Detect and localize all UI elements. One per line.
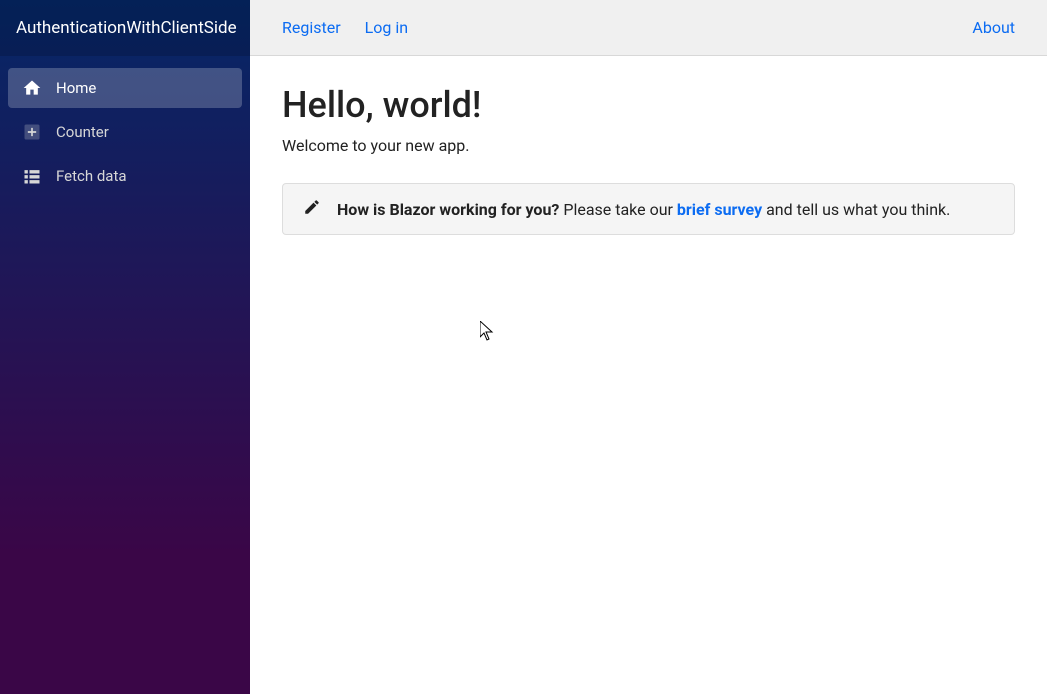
welcome-text: Welcome to your new app. <box>282 136 1015 155</box>
pencil-icon <box>303 198 321 220</box>
sidebar-item-label: Fetch data <box>56 167 127 185</box>
sidebar-item-counter[interactable]: Counter <box>8 112 242 152</box>
survey-suffix: and tell us what you think. <box>762 200 950 219</box>
content: Hello, world! Welcome to your new app. H… <box>250 56 1047 263</box>
about-link[interactable]: About <box>972 18 1015 37</box>
survey-question: How is Blazor working for you? <box>337 200 559 219</box>
main: Register Log in About Hello, world! Welc… <box>250 0 1047 694</box>
app-brand[interactable]: AuthenticationWithClientSide <box>0 0 250 56</box>
list-icon <box>22 166 42 186</box>
survey-box: How is Blazor working for you? Please ta… <box>282 183 1015 235</box>
survey-link[interactable]: brief survey <box>677 200 762 219</box>
sidebar: AuthenticationWithClientSide Home Counte… <box>0 0 250 694</box>
survey-text: How is Blazor working for you? Please ta… <box>337 200 950 219</box>
sidebar-item-fetch-data[interactable]: Fetch data <box>8 156 242 196</box>
plus-icon <box>22 122 42 142</box>
survey-prefix: Please take our <box>559 200 677 219</box>
sidebar-item-home[interactable]: Home <box>8 68 242 108</box>
page-title: Hello, world! <box>282 84 1015 126</box>
sidebar-item-label: Home <box>56 79 96 97</box>
topbar-left: Register Log in <box>282 18 408 37</box>
home-icon <box>22 78 42 98</box>
sidebar-nav: Home Counter Fetch data <box>0 56 250 208</box>
topbar: Register Log in About <box>250 0 1047 56</box>
register-link[interactable]: Register <box>282 18 341 37</box>
login-link[interactable]: Log in <box>365 18 408 37</box>
sidebar-item-label: Counter <box>56 123 109 141</box>
